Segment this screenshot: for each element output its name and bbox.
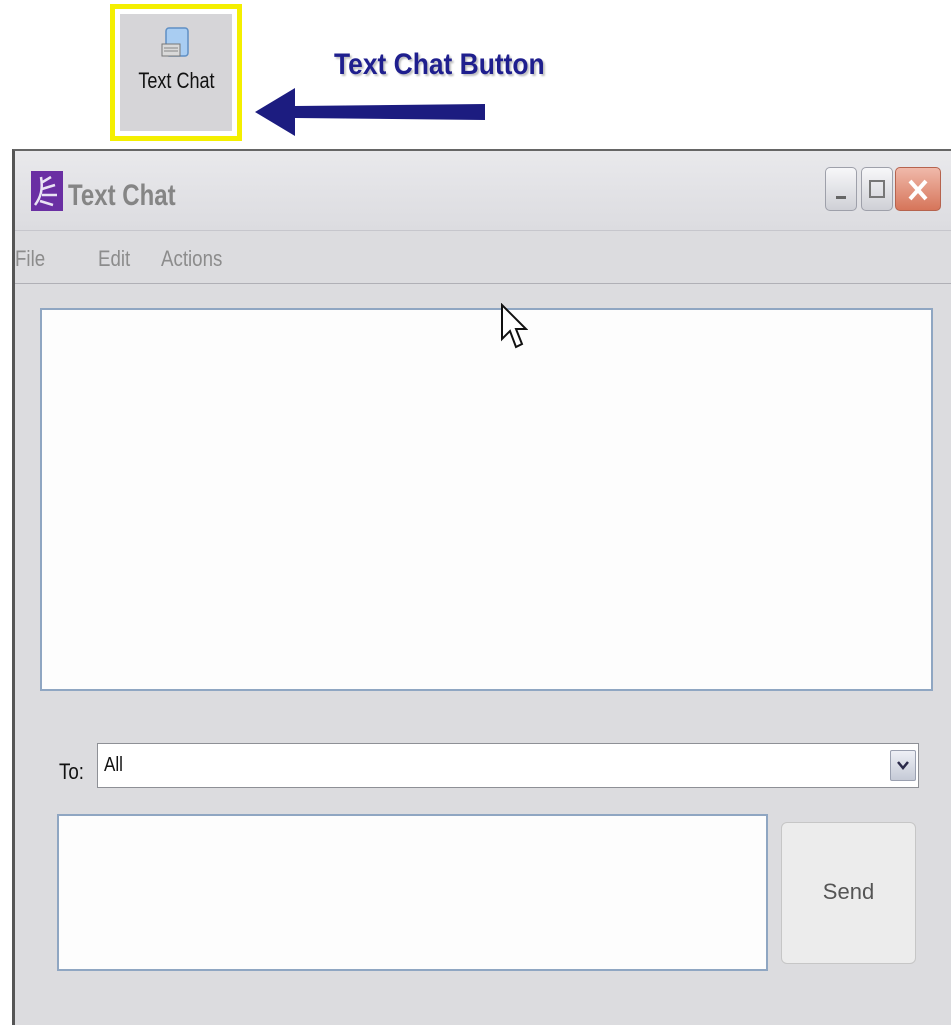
maximize-icon: [869, 180, 885, 198]
callout-label: Text Chat Button: [334, 48, 545, 81]
text-chat-window: Text Chat File Edit Actions To: All Send: [12, 149, 951, 1025]
message-input[interactable]: [57, 814, 768, 971]
recipient-label: To:: [59, 759, 84, 784]
mouse-cursor-icon: [501, 303, 528, 349]
app-logo-icon: [31, 171, 63, 211]
menu-bar: File Edit Actions: [15, 231, 951, 284]
recipient-value: All: [104, 754, 123, 776]
title-bar[interactable]: Text Chat: [15, 151, 951, 231]
minimize-button[interactable]: [825, 167, 857, 211]
chat-log[interactable]: [40, 308, 933, 691]
menu-edit[interactable]: Edit: [98, 246, 130, 272]
menu-file[interactable]: File: [15, 246, 45, 272]
send-button-label: Send: [822, 879, 875, 904]
close-button[interactable]: [895, 167, 941, 211]
maximize-button[interactable]: [861, 167, 893, 211]
left-arrow-icon: [255, 88, 485, 136]
window-title: Text Chat: [68, 179, 176, 212]
chevron-down-icon: [897, 761, 909, 770]
send-button[interactable]: Send: [781, 822, 916, 964]
launcher-label: Text Chat: [137, 68, 215, 93]
minimize-icon: [836, 196, 846, 199]
menu-actions[interactable]: Actions: [161, 246, 222, 272]
chat-document-icon: [161, 27, 189, 57]
close-icon: [908, 179, 928, 201]
launcher-highlight: Text Chat: [110, 4, 242, 141]
recipient-dropdown-button[interactable]: [890, 750, 916, 781]
recipient-select[interactable]: All: [97, 743, 919, 788]
text-chat-launcher-button[interactable]: Text Chat: [120, 14, 232, 131]
